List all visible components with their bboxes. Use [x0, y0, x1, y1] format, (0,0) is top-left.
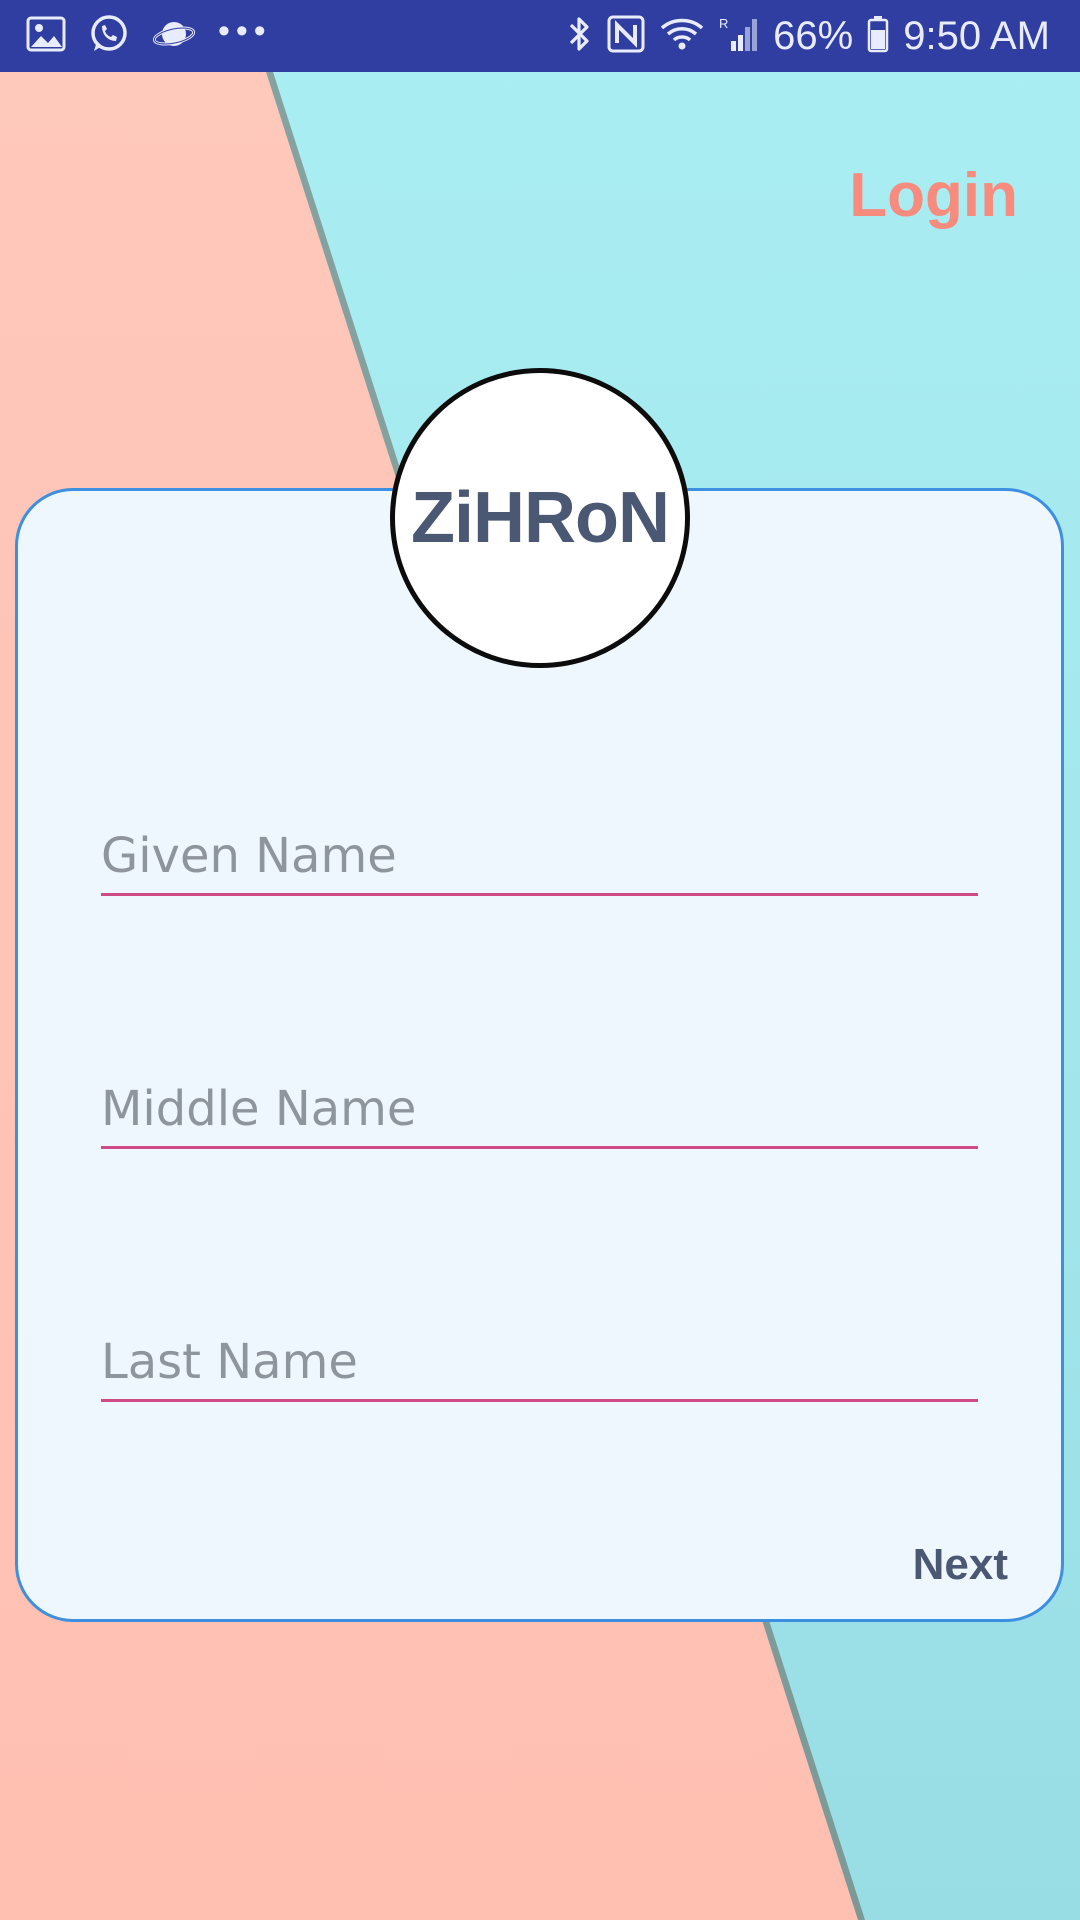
- middle-name-input[interactable]: [101, 1059, 978, 1146]
- notification-icons: •••: [26, 11, 294, 60]
- planet-icon: [152, 16, 196, 57]
- middle-name-field-container: [101, 1059, 978, 1149]
- clock: 9:50 AM: [903, 13, 1050, 58]
- given-name-input[interactable]: [101, 806, 978, 893]
- gallery-icon: [26, 16, 66, 57]
- battery-icon: [867, 15, 889, 58]
- login-link[interactable]: Login: [849, 160, 1018, 231]
- whatsapp-icon: [88, 13, 130, 60]
- system-icons: R 66% 9:50 AM: [553, 14, 1050, 59]
- last-name-input[interactable]: [101, 1312, 978, 1399]
- signal-icon: R: [719, 15, 759, 58]
- logo-text: ZiHRoN: [411, 478, 670, 558]
- given-name-field-container: [101, 806, 978, 896]
- next-button[interactable]: Next: [913, 1540, 1008, 1590]
- wifi-icon: [659, 16, 705, 57]
- bluetooth-icon: [567, 14, 593, 59]
- status-bar: ••• R 66% 9:50 AM: [0, 0, 1080, 72]
- last-name-field-container: [101, 1312, 978, 1402]
- roaming-indicator: R: [719, 16, 728, 31]
- logo-badge: ZiHRoN: [390, 368, 690, 668]
- more-notifications-icon: •••: [218, 11, 272, 50]
- battery-percentage: 66%: [773, 13, 854, 58]
- nfc-icon: [607, 15, 645, 58]
